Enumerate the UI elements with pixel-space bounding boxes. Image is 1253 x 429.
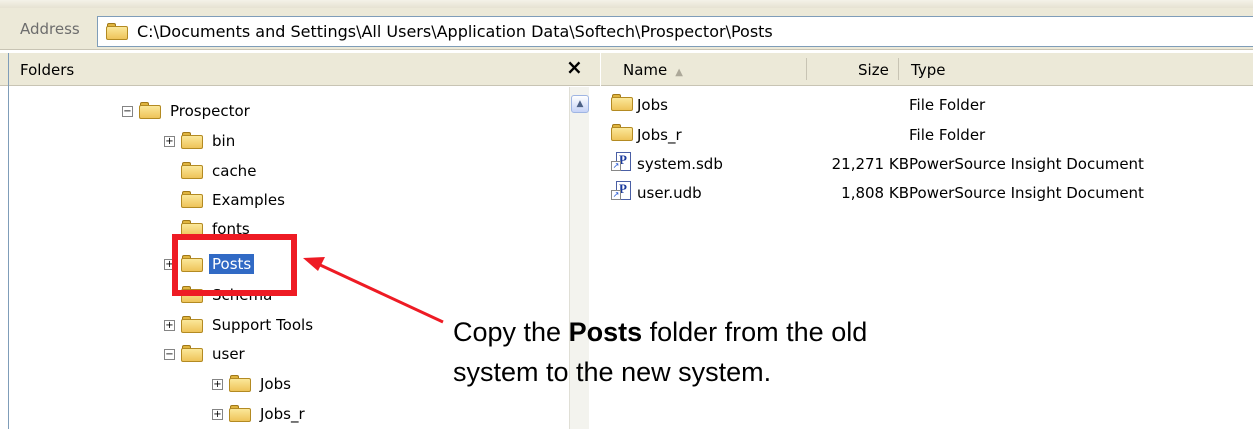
- document-shortcut-icon: P ↗: [611, 180, 633, 202]
- folder-icon: [611, 94, 634, 112]
- tree-item-label: bin: [212, 132, 236, 150]
- file-type: PowerSource Insight Document: [909, 155, 1144, 173]
- folder-icon: [181, 132, 204, 150]
- expand-icon[interactable]: +: [212, 378, 223, 390]
- folder-icon: [181, 191, 204, 209]
- file-type: File Folder: [909, 126, 986, 144]
- expand-icon[interactable]: +: [212, 408, 223, 420]
- column-header-name[interactable]: Name ▲: [623, 61, 683, 79]
- file-name: Jobs_r: [637, 126, 682, 144]
- expand-icon[interactable]: +: [164, 135, 175, 147]
- tree-item-label: Jobs_r: [260, 405, 305, 423]
- callout-highlight-box: [172, 234, 297, 296]
- toolbar-trim: [0, 0, 1253, 8]
- expand-icon[interactable]: +: [164, 319, 175, 331]
- folder-icon: [181, 162, 204, 180]
- callout-text-bold: Posts: [568, 317, 643, 347]
- file-type: File Folder: [909, 96, 986, 114]
- tree-item-prospector[interactable]: − Prospector: [122, 97, 253, 125]
- address-path: C:\Documents and Settings\All Users\Appl…: [137, 22, 773, 41]
- column-divider[interactable]: [898, 58, 899, 80]
- tree-item-bin[interactable]: + bin: [164, 127, 238, 155]
- tree-item-support-tools[interactable]: + Support Tools: [164, 311, 316, 339]
- sort-ascending-icon: ▲: [675, 67, 683, 78]
- folder-icon: [229, 375, 252, 393]
- column-header-label: Name: [623, 61, 668, 79]
- column-header-type[interactable]: Type: [911, 61, 945, 79]
- tree-item-label: cache: [212, 162, 257, 180]
- file-row-jobs[interactable]: Jobs File Folder: [601, 90, 1253, 120]
- address-bar: Address C:\Documents and Settings\All Us…: [0, 0, 1253, 50]
- tree-item-label: Prospector: [170, 102, 250, 120]
- address-label: Address: [20, 20, 80, 38]
- folder-icon: [106, 22, 129, 41]
- file-row-user-udb[interactable]: P ↗ user.udb 1,808 KB PowerSource Insight…: [601, 178, 1253, 208]
- file-row-jobs-r[interactable]: Jobs_r File Folder: [601, 120, 1253, 150]
- folder-icon: [139, 102, 162, 120]
- file-type: PowerSource Insight Document: [909, 184, 1144, 202]
- file-name: user.udb: [637, 184, 702, 202]
- file-name: Jobs: [637, 96, 668, 114]
- close-icon[interactable]: ×: [566, 56, 583, 78]
- tree-item-label: Examples: [212, 191, 285, 209]
- file-list: Jobs File Folder Jobs_r File Folder P ↗ s…: [601, 87, 1253, 303]
- collapse-icon[interactable]: −: [164, 348, 175, 360]
- file-size: 1,808 KB: [841, 184, 909, 202]
- document-shortcut-icon: P ↗: [611, 151, 633, 173]
- tree-item-label: Support Tools: [212, 316, 314, 334]
- tree-item-cache[interactable]: cache: [164, 157, 259, 185]
- file-size: 21,271 KB: [831, 155, 909, 173]
- callout-text: Copy the Posts folder from the old syste…: [453, 312, 913, 392]
- folders-pane-header: Folders ×: [0, 53, 600, 86]
- collapse-icon[interactable]: −: [122, 105, 133, 117]
- address-input[interactable]: C:\Documents and Settings\All Users\Appl…: [97, 16, 1253, 47]
- column-header-size[interactable]: Size: [858, 61, 889, 79]
- tree-item-jobs-r[interactable]: + Jobs_r: [212, 400, 308, 428]
- folders-pane-title: Folders: [20, 61, 75, 79]
- tree-item-label: Jobs: [260, 375, 291, 393]
- file-row-system-sdb[interactable]: P ↗ system.sdb 21,271 KB PowerSource Insi…: [601, 149, 1253, 179]
- tree-item-examples[interactable]: Examples: [164, 186, 288, 214]
- file-list-header: Name ▲ Size Type: [601, 53, 1253, 86]
- file-name: system.sdb: [637, 155, 723, 173]
- tree-item-label: user: [212, 345, 245, 363]
- column-divider[interactable]: [806, 58, 807, 80]
- tree-item-jobs[interactable]: + Jobs: [212, 370, 294, 398]
- callout-text-part: Copy the: [453, 317, 569, 347]
- folder-icon: [181, 316, 204, 334]
- tree-item-user[interactable]: − user: [164, 340, 248, 368]
- folder-icon: [229, 405, 252, 423]
- folder-icon: [181, 345, 204, 363]
- scroll-up-icon[interactable]: ▲: [571, 95, 589, 113]
- folder-icon: [611, 124, 634, 142]
